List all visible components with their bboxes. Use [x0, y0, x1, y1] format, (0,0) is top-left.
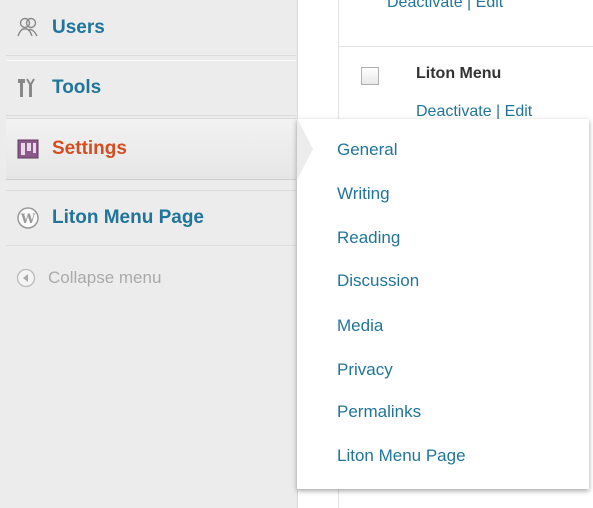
sidebar-item-users[interactable]: Users	[6, 0, 296, 56]
sidebar-item-tools[interactable]: Tools	[6, 60, 296, 116]
submenu-item-discussion[interactable]: Discussion	[337, 271, 419, 291]
submenu-item-reading[interactable]: Reading	[337, 228, 400, 248]
submenu-item-permalinks[interactable]: Permalinks	[337, 402, 421, 422]
svg-text:W: W	[20, 212, 36, 227]
settings-icon	[6, 139, 50, 159]
collapse-arrow-icon	[6, 268, 46, 288]
tools-icon	[6, 77, 50, 99]
plugin-name: Liton Menu	[416, 65, 502, 82]
wordpress-icon: W	[6, 207, 50, 229]
sidebar-item-settings[interactable]: Settings	[6, 118, 296, 180]
submenu-item-writing[interactable]: Writing	[337, 184, 390, 204]
sidebar-item-liton-menu-page[interactable]: W Liton Menu Page	[6, 190, 296, 246]
settings-submenu: General Writing Reading Discussion Media…	[297, 119, 589, 489]
sidebar-item-label: Settings	[52, 138, 127, 159]
sidebar-item-label: Liton Menu Page	[52, 207, 204, 228]
admin-sidebar: Users Tools Settings W Liton Menu Page C…	[0, 0, 298, 508]
plugin-checkbox[interactable]	[361, 67, 379, 85]
collapse-menu-label: Collapse menu	[48, 268, 162, 287]
submenu-item-privacy[interactable]: Privacy	[337, 360, 393, 380]
sidebar-item-label: Users	[52, 17, 105, 38]
sidebar-item-label: Tools	[52, 77, 102, 98]
users-icon	[6, 17, 50, 37]
submenu-pointer	[297, 118, 313, 180]
submenu-item-general[interactable]: General	[337, 140, 397, 160]
submenu-item-media[interactable]: Media	[337, 316, 383, 336]
submenu-item-liton-menu-page[interactable]: Liton Menu Page	[337, 446, 466, 466]
row-divider	[339, 46, 593, 47]
collapse-menu-button[interactable]: Collapse menu	[6, 253, 296, 303]
plugin-row-actions[interactable]: Deactivate | Edit	[387, 0, 503, 12]
